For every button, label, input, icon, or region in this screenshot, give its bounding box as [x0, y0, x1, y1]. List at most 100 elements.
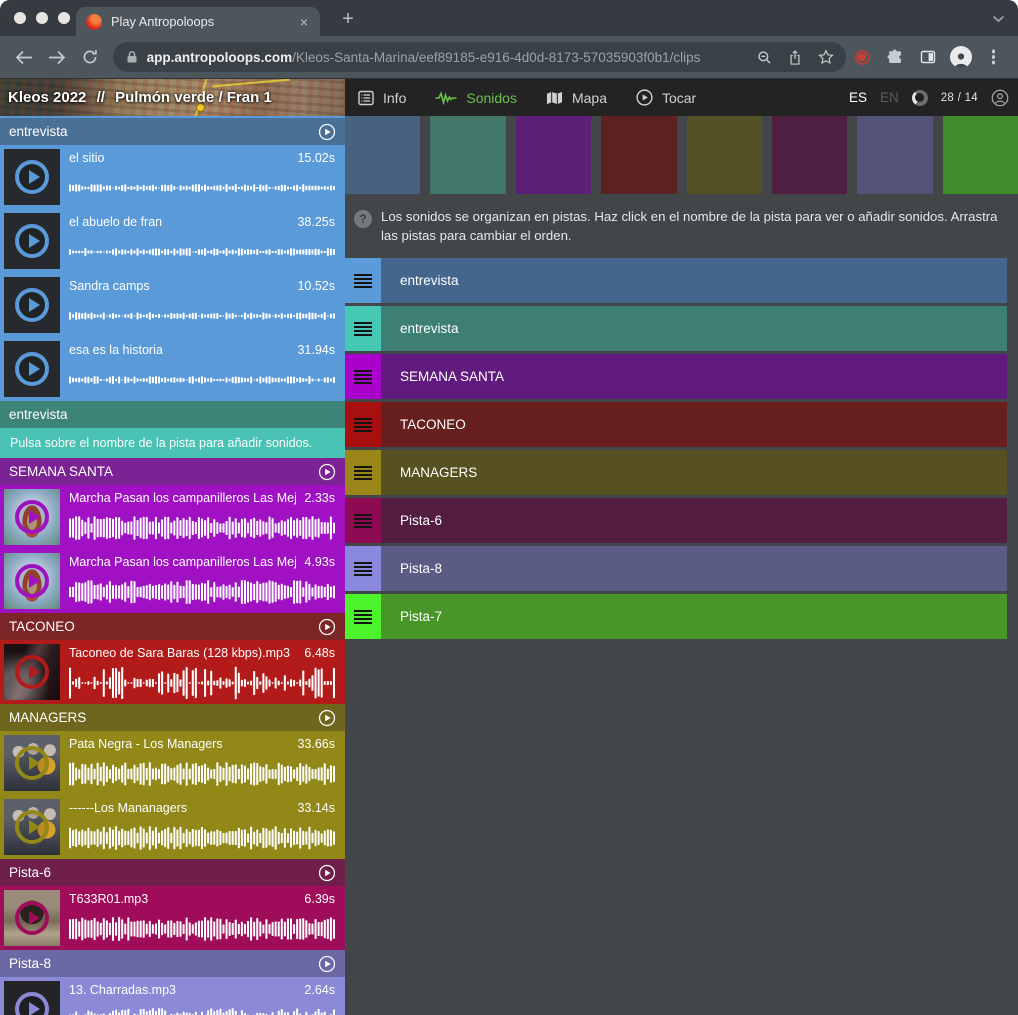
page-zoom-icon[interactable] [749, 50, 780, 65]
bookmark-star-icon[interactable] [811, 49, 842, 65]
play-track-button[interactable] [318, 123, 336, 141]
language-es-button[interactable]: ES [849, 90, 867, 105]
tab-sonidos[interactable]: Sonidos [435, 90, 517, 106]
clip-thumbnail[interactable] [4, 149, 60, 205]
clip-thumbnail[interactable] [4, 553, 60, 609]
window-minimize-button[interactable] [36, 12, 48, 24]
play-clip-icon[interactable] [15, 810, 49, 844]
browser-menu-icon[interactable] [977, 55, 1010, 58]
account-icon[interactable] [991, 89, 1009, 107]
track-header[interactable]: entrevista [0, 118, 345, 145]
window-zoom-button[interactable] [58, 12, 70, 24]
drag-handle[interactable] [345, 258, 381, 303]
audio-clip[interactable]: 13. Charradas.mp32.64s [0, 977, 345, 1015]
tab-mapa[interactable]: Mapa [546, 90, 607, 106]
track-row[interactable]: Pista-7 [345, 594, 1007, 639]
play-clip-icon[interactable] [15, 500, 49, 534]
play-clip-icon[interactable] [15, 288, 49, 322]
play-clip-icon[interactable] [15, 224, 49, 258]
audio-clip[interactable]: ------Los Mananagers33.14s [0, 795, 345, 859]
track-row[interactable]: MANAGERS [345, 450, 1007, 495]
reload-button[interactable] [74, 49, 107, 65]
track-row-body[interactable]: Pista-6 [381, 498, 1007, 543]
address-bar[interactable]: app.antropoloops.com/Kleos-Santa-Marina/… [113, 42, 846, 72]
track-row-body[interactable]: entrevista [381, 258, 1007, 303]
play-clip-icon[interactable] [15, 564, 49, 598]
track-row[interactable]: entrevista [345, 258, 1007, 303]
play-clip-icon[interactable] [15, 901, 49, 935]
track-header[interactable]: entrevista [0, 401, 345, 428]
breadcrumb[interactable]: Kleos 2022 // Pulmón verde / Fran 1 [8, 89, 278, 106]
audio-clip[interactable]: Marcha Pasan los campanilleros Las Mejor… [0, 549, 345, 613]
drag-handle[interactable] [345, 594, 381, 639]
track-header[interactable]: Pista-6 [0, 859, 345, 886]
track-row-body[interactable]: TACONEO [381, 402, 1007, 447]
track-row-body[interactable]: entrevista [381, 306, 1007, 351]
track-row[interactable]: Pista-8 [345, 546, 1007, 591]
tab-search-chevron-icon[interactable] [992, 15, 1005, 23]
audio-clip[interactable]: el abuelo de fran38.25s [0, 209, 345, 273]
language-en-button[interactable]: EN [880, 90, 899, 105]
clip-title-row: Marcha Pasan los campanilleros Las Mejor… [69, 491, 335, 506]
track-row-body[interactable]: MANAGERS [381, 450, 1007, 495]
play-track-button[interactable] [318, 955, 336, 973]
play-track-button[interactable] [318, 709, 336, 727]
drag-handle[interactable] [345, 402, 381, 447]
play-track-button[interactable] [318, 618, 336, 636]
clip-thumbnail[interactable] [4, 644, 60, 700]
clip-thumbnail[interactable] [4, 735, 60, 791]
browser-tab[interactable]: Play Antropoloops × [76, 7, 320, 36]
record-indicator-icon[interactable] [846, 50, 879, 65]
track-row[interactable]: entrevista [345, 306, 1007, 351]
track-row-label: Pista-6 [400, 513, 442, 528]
track-row-body[interactable]: Pista-8 [381, 546, 1007, 591]
audio-clip[interactable]: Pata Negra - Los Managers33.66s [0, 731, 345, 795]
window-close-button[interactable] [14, 12, 26, 24]
track-row[interactable]: TACONEO [345, 402, 1007, 447]
new-tab-button[interactable]: + [336, 7, 360, 31]
profile-avatar[interactable] [944, 46, 977, 68]
drag-handle[interactable] [345, 354, 381, 399]
track-header[interactable]: MANAGERS [0, 704, 345, 731]
tab-close-button[interactable]: × [298, 13, 310, 31]
side-panel-icon[interactable] [911, 49, 944, 65]
clip-thumbnail[interactable] [4, 799, 60, 855]
track-row-body[interactable]: Pista-7 [381, 594, 1007, 639]
tab-info[interactable]: Info [358, 90, 406, 106]
audio-clip[interactable]: esa es la historia31.94s [0, 337, 345, 401]
clip-thumbnail[interactable] [4, 489, 60, 545]
play-track-button[interactable] [318, 864, 336, 882]
play-clip-icon[interactable] [15, 655, 49, 689]
track-row[interactable]: Pista-6 [345, 498, 1007, 543]
clip-thumbnail[interactable] [4, 277, 60, 333]
track-row[interactable]: SEMANA SANTA [345, 354, 1007, 399]
track-header[interactable]: TACONEO [0, 613, 345, 640]
track-header[interactable]: Pista-8 [0, 950, 345, 977]
tab-tocar[interactable]: Tocar [636, 89, 696, 106]
back-button[interactable] [8, 50, 41, 65]
drag-handle[interactable] [345, 306, 381, 351]
audio-clip[interactable]: el sitio15.02s [0, 145, 345, 209]
clip-thumbnail[interactable] [4, 890, 60, 946]
track-header[interactable]: SEMANA SANTA [0, 458, 345, 485]
play-track-button[interactable] [318, 463, 336, 481]
drag-handle[interactable] [345, 450, 381, 495]
play-clip-icon[interactable] [15, 352, 49, 386]
audio-clip[interactable]: Sandra camps10.52s [0, 273, 345, 337]
track-row-body[interactable]: SEMANA SANTA [381, 354, 1007, 399]
audio-clip[interactable]: T633R01.mp36.39s [0, 886, 345, 950]
share-icon[interactable] [780, 49, 811, 66]
forward-button[interactable] [41, 50, 74, 65]
play-clip-icon[interactable] [15, 160, 49, 194]
drag-handle[interactable] [345, 498, 381, 543]
breadcrumb-project[interactable]: Kleos 2022 [8, 89, 86, 106]
clip-thumbnail[interactable] [4, 981, 60, 1015]
extensions-puzzle-icon[interactable] [879, 49, 912, 65]
audio-clip[interactable]: Taconeo de Sara Baras (128 kbps).mp36.48… [0, 640, 345, 704]
clip-thumbnail[interactable] [4, 341, 60, 397]
play-clip-icon[interactable] [15, 746, 49, 780]
drag-handle[interactable] [345, 546, 381, 591]
play-clip-icon[interactable] [15, 992, 49, 1015]
clip-thumbnail[interactable] [4, 213, 60, 269]
audio-clip[interactable]: Marcha Pasan los campanilleros Las Mejor… [0, 485, 345, 549]
